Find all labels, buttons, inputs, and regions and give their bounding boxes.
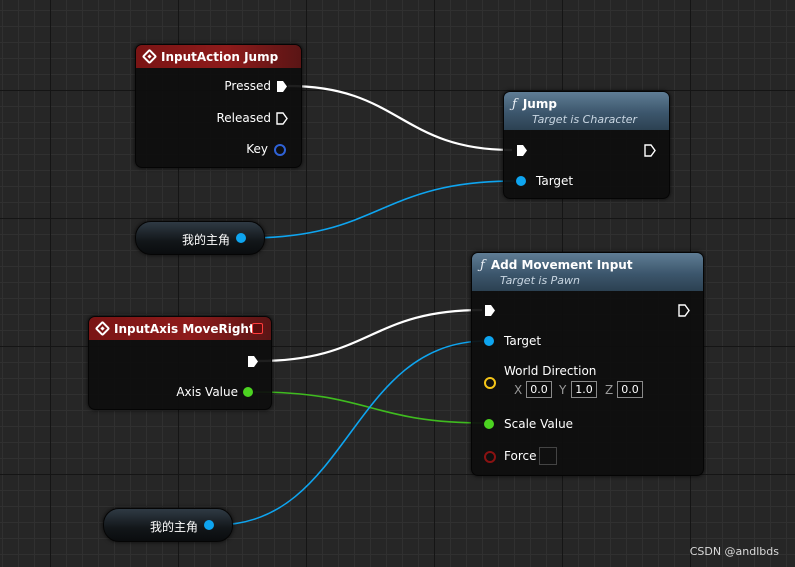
- node-title: InputAxis MoveRight: [114, 321, 255, 336]
- add-movement-target-pin-icon[interactable]: [484, 336, 494, 346]
- jump-header[interactable]: ƒ Jump Target is Character: [504, 92, 669, 130]
- key-pin-icon[interactable]: [274, 144, 286, 156]
- world-direction-pin-label: World Direction: [504, 364, 597, 378]
- add-movement-input-header[interactable]: ƒ Add Movement Input Target is Pawn: [472, 253, 703, 291]
- main-character-variable-node[interactable]: 我的主角: [135, 221, 265, 255]
- node-title: Jump: [522, 97, 557, 111]
- watermark: CSDN @andlbds: [689, 545, 779, 558]
- variable-output-pin-icon[interactable]: [236, 233, 246, 243]
- add-movement-target-pin-label: Target: [504, 334, 542, 348]
- delegate-pin-icon[interactable]: [252, 323, 263, 334]
- input-axis-move-right-header[interactable]: InputAxis MoveRight: [89, 317, 271, 340]
- add-movement-exec-out-pin-icon[interactable]: [678, 304, 690, 317]
- function-f-icon: ƒ: [480, 257, 485, 273]
- variable-label: 我的主角: [150, 520, 199, 534]
- jump-function-node[interactable]: ƒ Jump Target is Character Target: [503, 91, 670, 199]
- main-character-variable-node[interactable]: 我的主角: [103, 508, 233, 542]
- scale-value-pin-label: Scale Value: [504, 417, 574, 431]
- event-diamond-icon: [141, 48, 158, 65]
- jump-target-pin-label: Target: [536, 174, 574, 188]
- function-f-icon: ƒ: [512, 96, 517, 112]
- scale-value-pin-icon[interactable]: [484, 419, 494, 429]
- released-pin-label: Released: [216, 111, 271, 125]
- pressed-pin-label: Pressed: [224, 79, 271, 93]
- force-pin-label: Force: [504, 449, 537, 463]
- x-component-label: X: [514, 383, 523, 397]
- node-subtitle: Target is Character: [532, 112, 637, 126]
- y-component-label: Y: [559, 383, 567, 397]
- x-component-input[interactable]: 0.0: [526, 381, 552, 398]
- z-component-label: Z: [605, 383, 614, 397]
- jump-exec-out-pin-icon[interactable]: [644, 144, 656, 157]
- input-axis-move-right-node[interactable]: InputAxis MoveRight Axis Value: [88, 316, 272, 410]
- object-wire-character-to-jump-target: [247, 180, 515, 239]
- z-component-input[interactable]: 0.0: [617, 381, 643, 398]
- jump-exec-in-pin-icon[interactable]: [516, 144, 528, 157]
- exec-wire-moveright-to-add-movement: [257, 308, 483, 363]
- released-exec-pin-icon[interactable]: [276, 112, 288, 125]
- key-pin-label: Key: [246, 142, 268, 156]
- force-checkbox[interactable]: [539, 447, 557, 465]
- move-right-exec-out-pin-icon[interactable]: [247, 355, 259, 368]
- exec-wire-pressed-to-jump: [287, 84, 513, 152]
- axis-value-pin-label: Axis Value: [176, 385, 238, 399]
- jump-target-pin-icon[interactable]: [516, 176, 526, 186]
- pressed-exec-pin-icon[interactable]: [276, 80, 288, 93]
- variable-label: 我的主角: [182, 233, 231, 247]
- axis-value-pin-icon[interactable]: [243, 387, 253, 397]
- add-movement-exec-in-pin-icon[interactable]: [484, 304, 496, 317]
- node-title: Add Movement Input: [490, 258, 633, 272]
- world-direction-pin-icon[interactable]: [484, 377, 496, 389]
- y-component-input[interactable]: 1.0: [571, 381, 597, 398]
- node-title: InputAction Jump: [161, 49, 279, 64]
- force-pin-icon[interactable]: [484, 451, 496, 463]
- input-action-jump-node[interactable]: InputAction Jump Pressed Released Key: [135, 44, 302, 168]
- node-subtitle: Target is Pawn: [500, 273, 581, 287]
- add-movement-input-node[interactable]: ƒ Add Movement Input Target is Pawn Targe…: [471, 252, 704, 476]
- event-diamond-icon: [94, 320, 111, 337]
- variable-output-pin-icon[interactable]: [204, 520, 214, 530]
- input-action-jump-header[interactable]: InputAction Jump: [136, 45, 301, 68]
